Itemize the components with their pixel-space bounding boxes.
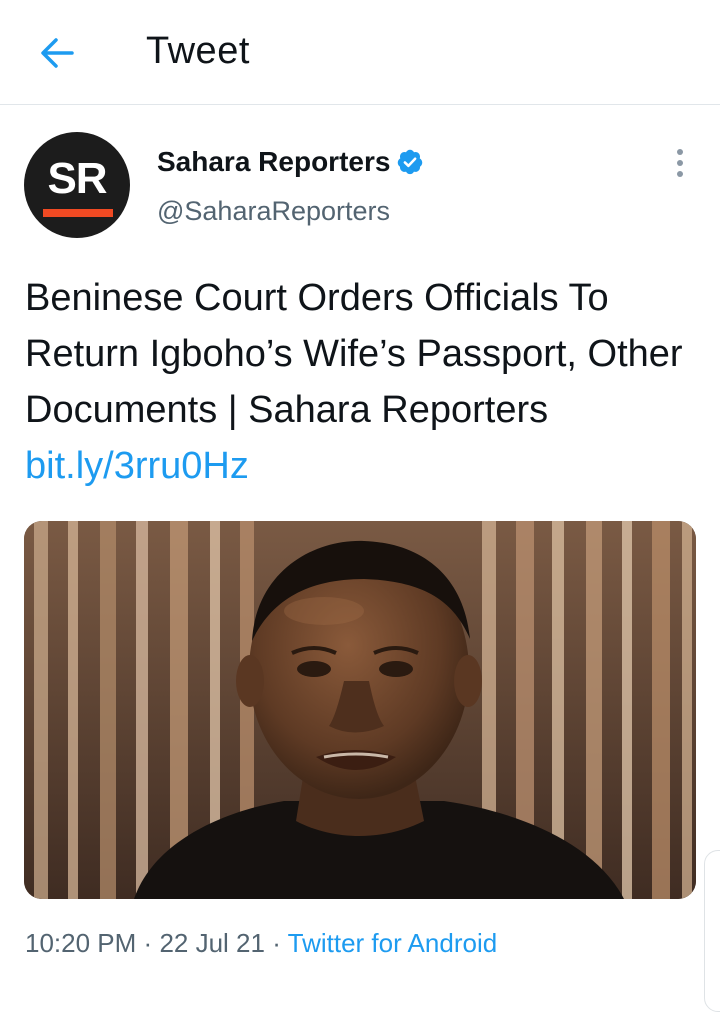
- top-bar: Tweet: [0, 0, 720, 105]
- avatar-logo-text: SR: [47, 154, 107, 203]
- tweet-body: Beninese Court Orders Officials To Retur…: [25, 277, 683, 431]
- author-handle[interactable]: @SaharaReporters: [157, 196, 390, 227]
- meta-separator: ·: [272, 928, 281, 958]
- tweet-time: 10:20 PM: [25, 928, 137, 958]
- avatar[interactable]: SR: [24, 132, 130, 238]
- more-vertical-icon: [677, 149, 683, 177]
- edge-card-fragment: [704, 850, 720, 1012]
- more-options-button[interactable]: [662, 146, 698, 182]
- tweet-text: Beninese Court Orders Officials To Retur…: [25, 270, 705, 494]
- tweet-date: 22 Jul 21: [159, 928, 265, 958]
- meta-separator: ·: [143, 928, 153, 958]
- media-photo: [24, 521, 696, 899]
- tweet-source-link[interactable]: Twitter for Android: [288, 928, 498, 958]
- tweet-link[interactable]: bit.ly/3rru0Hz: [25, 445, 249, 487]
- verified-badge-icon: [397, 149, 423, 175]
- avatar-logo-bar: [43, 209, 113, 217]
- tweet-meta: 10:20 PM · 22 Jul 21 · Twitter for Andro…: [25, 928, 497, 959]
- author-name[interactable]: Sahara Reporters: [157, 146, 390, 178]
- tweet-media-image[interactable]: [24, 521, 696, 899]
- arrow-left-icon: [41, 38, 74, 68]
- page-title: Tweet: [146, 30, 250, 72]
- back-button[interactable]: [36, 32, 78, 74]
